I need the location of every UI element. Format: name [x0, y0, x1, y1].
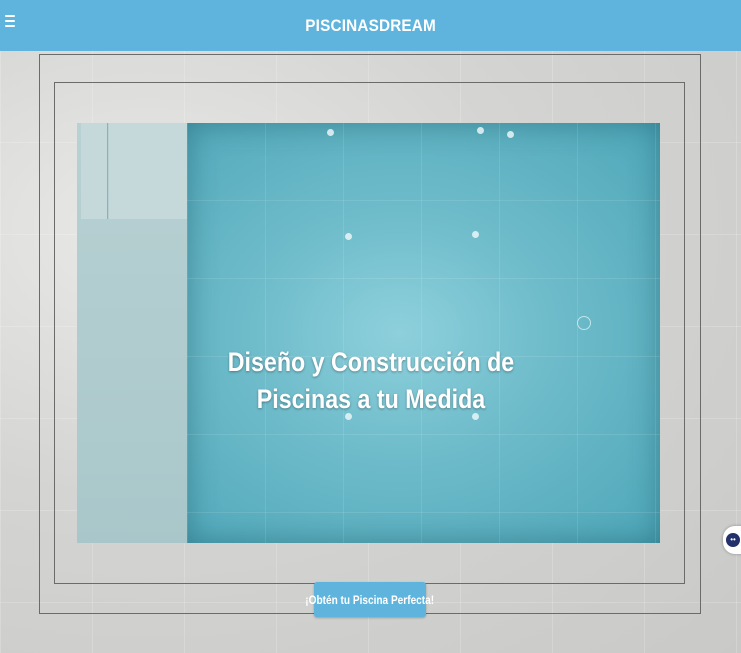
pool-light: [345, 233, 352, 240]
get-pool-button-label: ¡Obtén tu Piscina Perfecta!: [305, 592, 435, 607]
pool-light: [477, 127, 484, 134]
pool-light: [507, 131, 514, 138]
pool-step: [135, 123, 162, 219]
site-brand[interactable]: PISCINASDREAM: [305, 16, 436, 36]
pool-image: [77, 123, 660, 543]
hero-section: Diseño y Construcción de Piscinas a tu M…: [0, 51, 741, 653]
pool-step: [109, 123, 136, 219]
get-pool-button[interactable]: ¡Obtén tu Piscina Perfecta!: [306, 582, 434, 617]
pool-steps-area: [77, 123, 188, 543]
pool-light: [472, 231, 479, 238]
hamburger-menu-icon[interactable]: [5, 15, 15, 27]
accessibility-widget-icon: ••: [726, 533, 740, 547]
accessibility-widget[interactable]: ••: [723, 526, 741, 554]
pool-light: [327, 129, 334, 136]
hero-headline: Diseño y Construcción de Piscinas a tu M…: [227, 347, 515, 415]
pool-step: [81, 123, 108, 219]
site-header: PISCINASDREAM: [0, 0, 741, 51]
pool-water: [187, 123, 660, 543]
pool-jet: [577, 316, 591, 330]
pool-step: [161, 123, 188, 219]
